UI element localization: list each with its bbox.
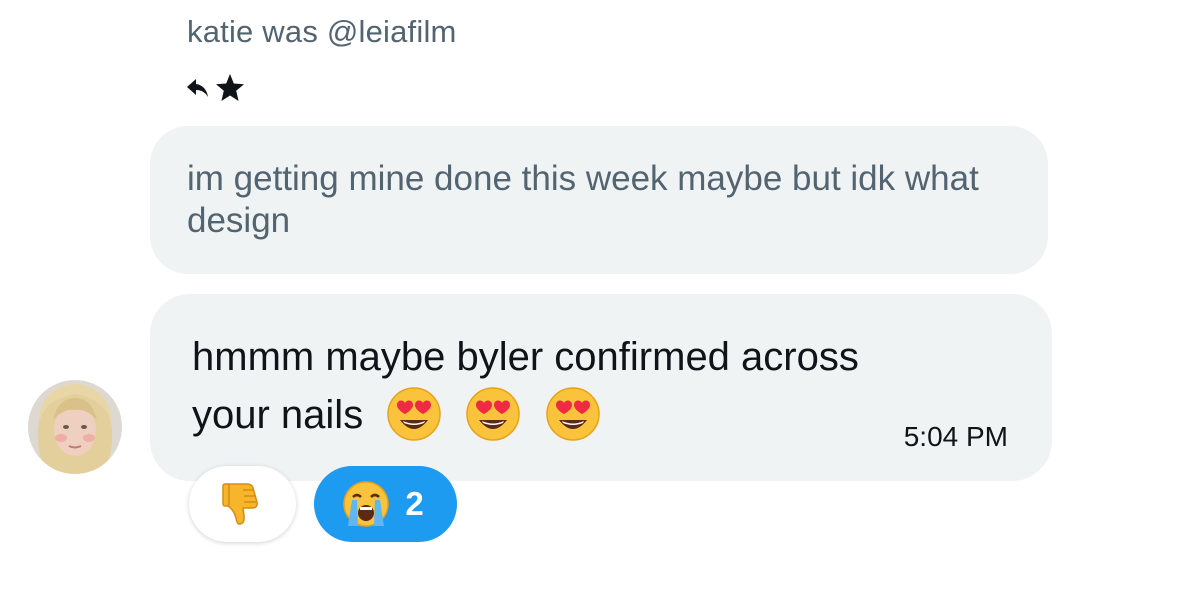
heart-eyes-emoji-1	[387, 387, 442, 441]
quoted-message-bubble[interactable]: im getting mine done this week maybe but…	[150, 126, 1048, 274]
avatar[interactable]	[28, 380, 122, 474]
avatar-photo	[28, 380, 122, 474]
star-icon	[216, 74, 244, 101]
reaction-loudly-crying[interactable]: 2	[314, 466, 457, 542]
message-bubble[interactable]: hmmm maybe byler confirmed across your n…	[150, 294, 1052, 481]
reply-context-icons	[186, 72, 246, 104]
reply-context-label: katie was @leiafilm	[187, 14, 457, 49]
reply-arrow-icon	[187, 79, 208, 97]
quoted-message-text: im getting mine done this week maybe but…	[187, 159, 979, 240]
message-text: hmmm maybe byler confirmed across your n…	[192, 335, 859, 437]
dm-conversation: katie was @leiafilm im getting mine done…	[0, 0, 1178, 592]
reaction-count: 2	[405, 485, 424, 522]
loudly-crying-emoji	[343, 481, 390, 527]
thumbs-down-emoji	[221, 483, 258, 525]
reaction-thumbs-down[interactable]	[189, 466, 296, 542]
message-timestamp: 5:04 PM	[903, 421, 1008, 452]
heart-eyes-emoji-3	[545, 387, 600, 441]
message-content: hmmm maybe byler confirmed across your n…	[192, 328, 862, 444]
heart-eyes-emoji-2	[466, 387, 521, 441]
